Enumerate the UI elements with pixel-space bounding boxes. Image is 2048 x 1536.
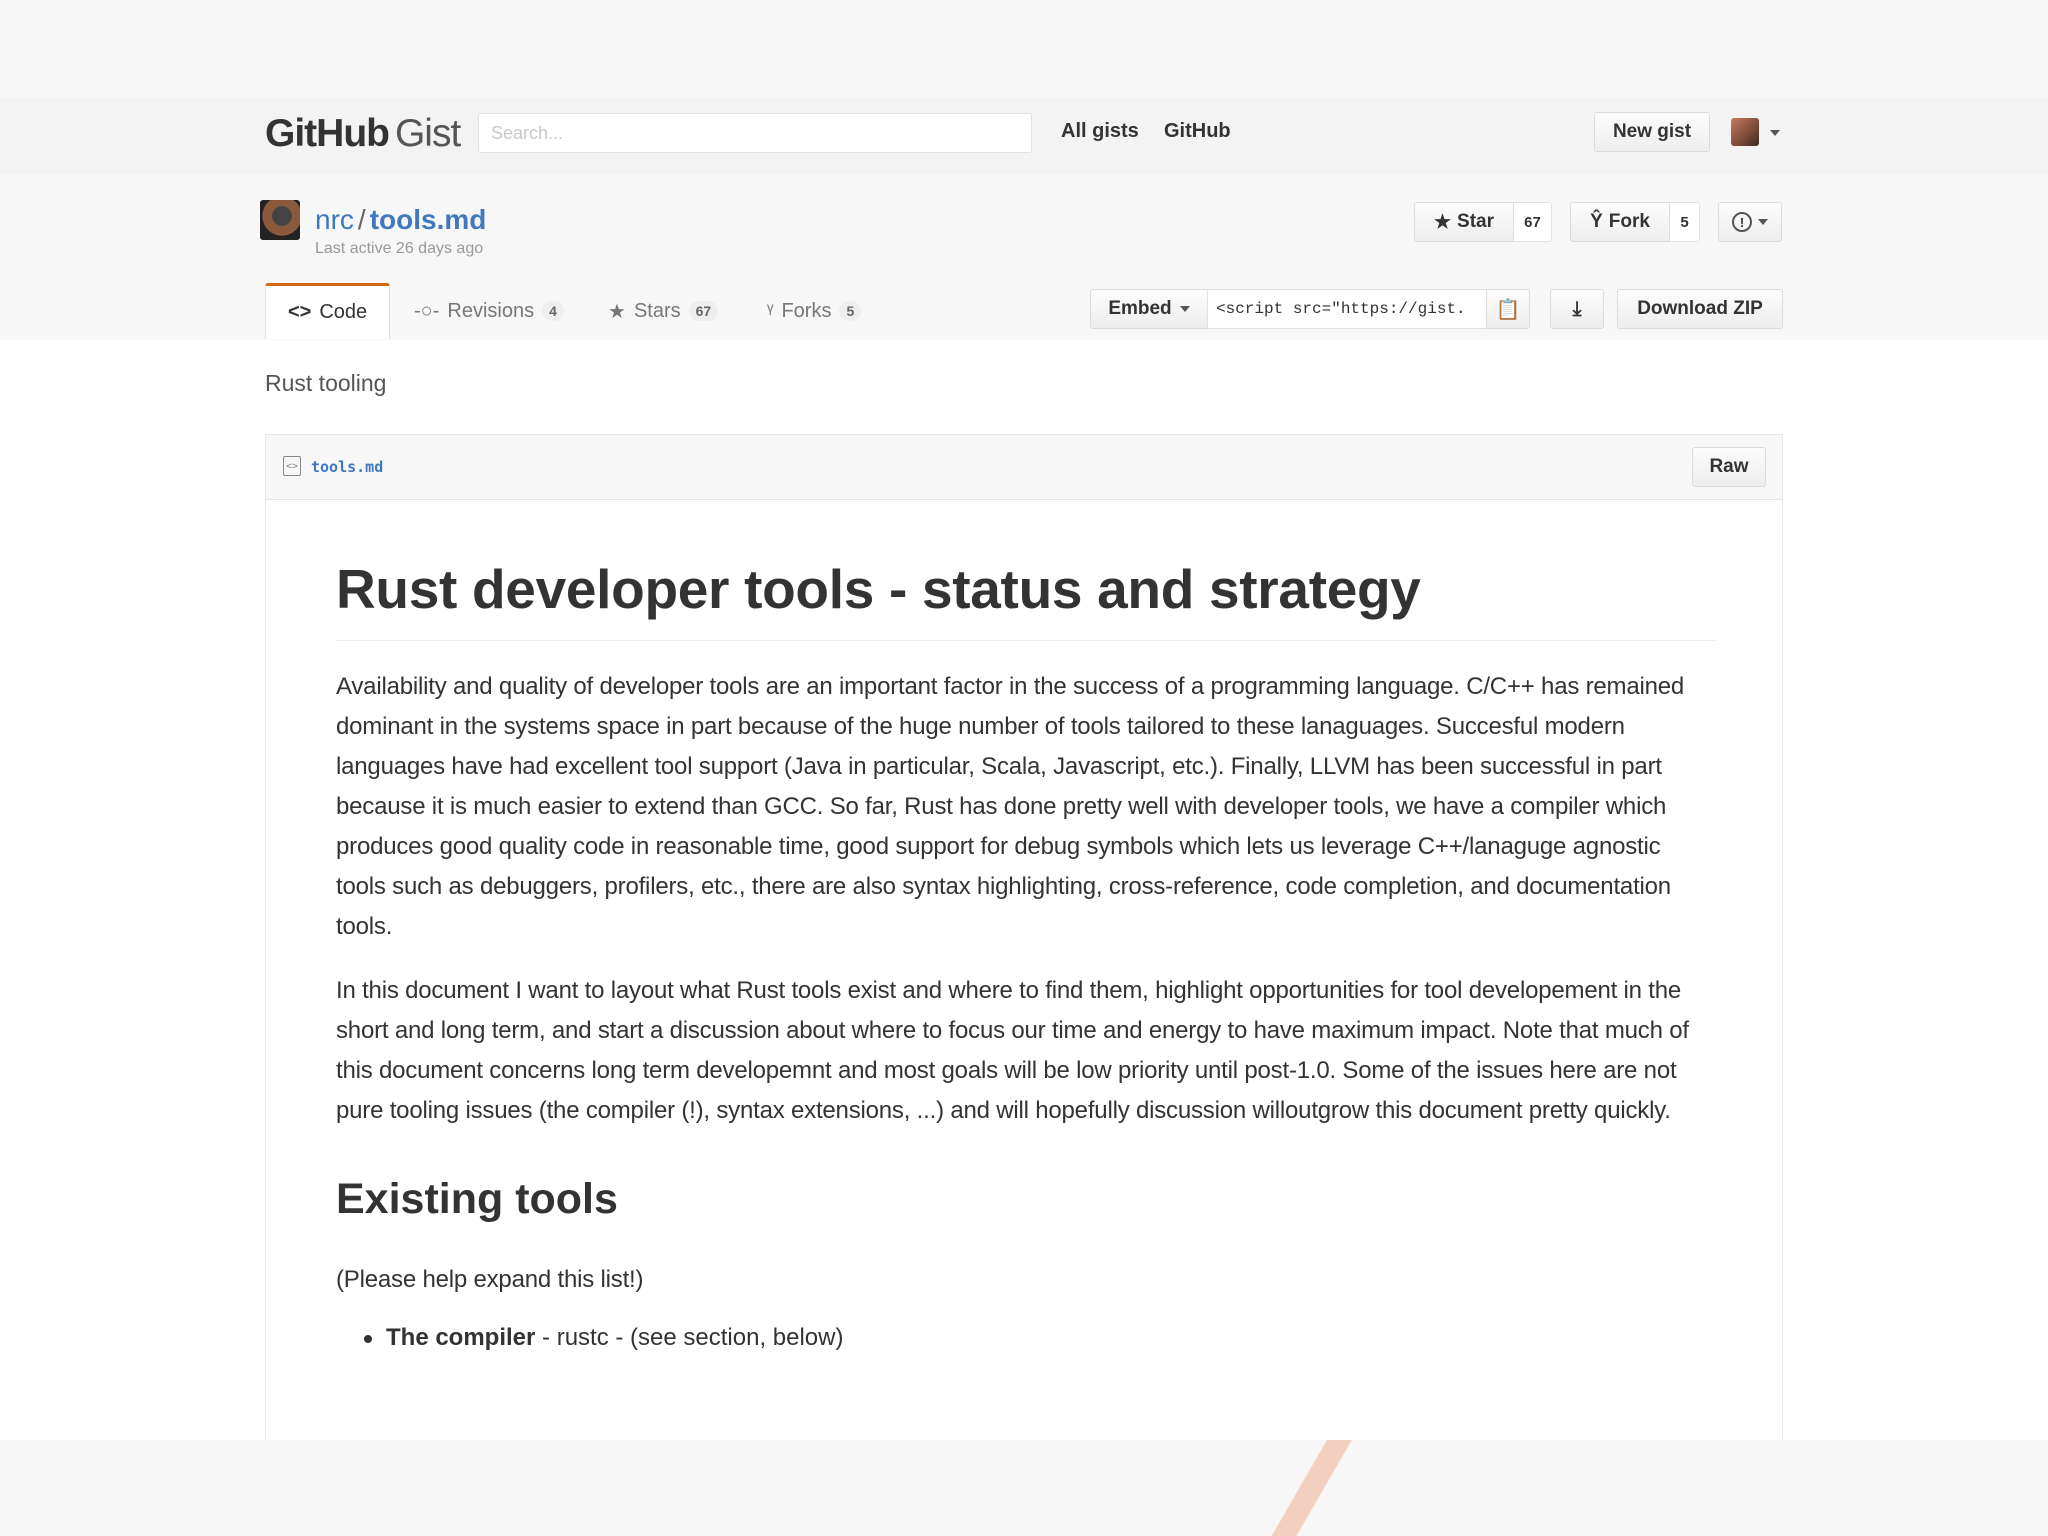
tab-code[interactable]: <> Code [265,283,391,339]
section-heading: Existing tools [336,1175,618,1223]
star-icon: ★ [1433,211,1452,233]
tab-forks-label: Forks [781,299,832,322]
download-desktop-icon: ⤓ [1572,297,1582,320]
embed-button[interactable]: Embed [1090,289,1208,329]
clipboard-icon: 📋 [1495,298,1521,321]
new-gist-button[interactable]: New gist [1594,112,1710,152]
star-button[interactable]: ★ Star [1414,202,1514,242]
fork-button[interactable]: Ŷ Fork [1570,202,1670,242]
code-icon: <> [288,301,312,323]
title-separator: / [357,204,366,235]
chevron-down-icon [1758,219,1768,225]
tab-revisions-label: Revisions [447,299,535,322]
embed-url-field[interactable] [1207,289,1487,329]
tab-stars-label: Stars [633,299,681,322]
star-label: Star [1457,211,1494,232]
revisions-count: 4 [542,301,564,321]
article-title: Rust developer tools - status and strate… [336,556,1716,641]
download-zip-label: Download ZIP [1637,298,1763,319]
file-header [265,434,1783,500]
revisions-icon: -○- [414,299,440,322]
logo-github-text: GitHub [265,112,390,155]
tab-code-label: Code [319,301,368,323]
search-input[interactable] [478,113,1032,153]
gist-description: Rust tooling [265,370,387,396]
file-name-link[interactable]: tools.md [311,458,383,476]
stars-count: 67 [688,301,719,321]
list-item-text: - rustc - (see section, below) [535,1324,844,1351]
logo-gist-text: Gist [394,112,461,155]
tools-list: The compiler - rustc - (see section, bel… [336,1324,1716,1352]
tab-revisions[interactable]: -○- Revisions 4 [392,283,586,339]
forks-count: 5 [839,301,862,321]
article-paragraph: (Please help expand this list!) [336,1266,644,1293]
page: GitHub Gist All gists GitHub New gist nr… [0,0,2048,1536]
nav-github[interactable]: GitHub [1164,120,1231,143]
list-item-bold: The compiler [386,1324,536,1351]
fork-label: Fork [1608,211,1650,232]
fork-icon: Ŷ [1590,211,1603,232]
code-file-icon: <> [283,456,301,476]
bottom-strip [0,1440,2048,1536]
raw-button[interactable]: Raw [1692,447,1766,487]
article-paragraph: Availability and quality of developer to… [336,673,1685,940]
last-active-text: Last active 26 days ago [315,240,484,257]
github-gist-logo[interactable]: GitHub Gist [265,112,461,156]
markdown-body: Rust developer tools - status and strate… [336,556,1716,1352]
list-item: The compiler - rustc - (see section, bel… [364,1324,1716,1352]
star-icon: ★ [608,300,626,323]
star-count[interactable]: 67 [1514,202,1552,242]
user-avatar[interactable] [1731,118,1759,146]
article-paragraph: In this document I want to layout what R… [336,977,1689,1124]
fork-icon: ᵞ [767,299,774,322]
new-gist-label: New gist [1612,121,1692,142]
tab-stars[interactable]: ★ Stars 67 [586,283,740,339]
nav-all-gists[interactable]: All gists [1061,120,1139,143]
raw-label: Raw [1709,456,1749,477]
owner-avatar[interactable] [260,200,300,240]
download-zip-button[interactable]: Download ZIP [1617,289,1783,329]
chevron-down-icon[interactable] [1770,130,1780,136]
decorative-shape [1260,1440,1370,1536]
gist-title: nrc / tools.md [315,204,486,236]
embed-label: Embed [1108,298,1172,319]
open-desktop-button[interactable]: ⤓ [1550,289,1604,329]
owner-link[interactable]: nrc [315,204,354,235]
report-menu-button[interactable]: ! [1718,202,1782,242]
chevron-down-icon [1179,306,1190,312]
fork-count[interactable]: 5 [1670,202,1700,242]
gist-file-link[interactable]: tools.md [370,204,487,235]
tab-forks[interactable]: ᵞ Forks 5 [745,283,883,339]
info-icon: ! [1732,212,1752,232]
copy-clipboard-button[interactable]: 📋 [1486,289,1530,329]
